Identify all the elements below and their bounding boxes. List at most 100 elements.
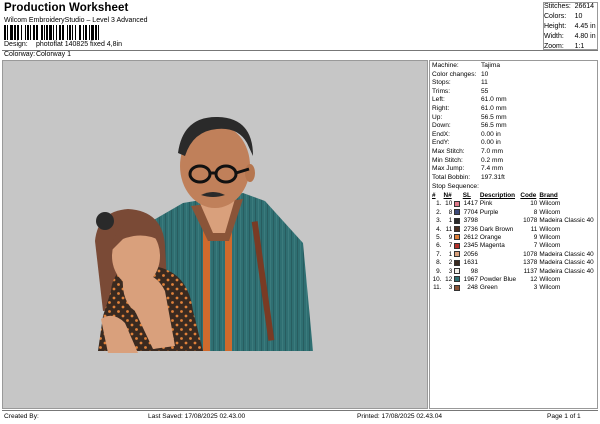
- thread-num: 6.: [436, 242, 442, 250]
- created-by: Created By:: [4, 413, 39, 420]
- thread-row: 8. 2 1631 1378 Madeira Classic 40: [431, 259, 598, 267]
- thread-sl: 1967: [463, 276, 478, 284]
- design-value: photoflat 140825 fixed 4,8in: [35, 41, 122, 48]
- color-swatch: [454, 209, 461, 216]
- col-swatch: [453, 192, 461, 200]
- thread-description: Orange: [479, 234, 502, 242]
- param-row: Max Stitch: 7.0 mm: [432, 148, 597, 157]
- width-label: Width:: [544, 33, 564, 40]
- param-row: Min Stitch: 0.2 mm: [432, 157, 597, 166]
- barcode-bar: [99, 25, 101, 40]
- stitches-label: Stitches:: [544, 3, 571, 10]
- thread-row: 11. 3 248 Green 3 Wilcom: [431, 284, 598, 292]
- stats-table: Stitches: 26614 Colors: 10 Height: 4.45 in …: [543, 2, 598, 52]
- worksheet-title: Production Worksheet: [4, 2, 129, 14]
- thread-description: Pink: [479, 200, 493, 208]
- thread-swatch: [453, 217, 461, 225]
- color-swatch: [454, 284, 461, 291]
- thread-description: [479, 259, 519, 267]
- thread-description: Green: [479, 284, 498, 292]
- param-value: 61.0 mm: [481, 105, 507, 112]
- thread-brand: Wilcom: [539, 242, 561, 250]
- param-value: 197.31ft: [481, 173, 505, 181]
- width-value: 4.80 in: [574, 33, 596, 40]
- thread-sl: 7704: [463, 208, 478, 216]
- col-num: #: [432, 192, 436, 199]
- color-swatch: [454, 259, 461, 266]
- thread-swatch: [453, 242, 461, 250]
- param-value: 0.00 in: [481, 130, 501, 138]
- thread-code: 11: [530, 225, 538, 233]
- thread-num: 8.: [436, 259, 442, 267]
- colors-label: Colors:: [544, 13, 567, 20]
- thread-brand: Wilcom: [539, 234, 561, 242]
- thread-brand: Wilcom: [539, 284, 561, 292]
- thread-sl: 1631: [463, 259, 478, 267]
- thread-code: 12: [530, 276, 538, 284]
- thread-brand: Wilcom: [539, 225, 561, 233]
- param-row: EndY: 0.00 in: [432, 139, 597, 148]
- param-value: 0.00 in: [481, 139, 501, 147]
- param-label: Max Jump:: [432, 165, 465, 173]
- thread-swatch: [453, 267, 461, 276]
- col-brand: Brand: [539, 192, 558, 199]
- thread-sl: 3798: [463, 217, 478, 225]
- param-label: Left:: [432, 96, 445, 104]
- color-swatch: [454, 251, 461, 258]
- color-swatch: [454, 225, 461, 232]
- thread-row: 10. 12 1967 Powder Blue 12 Wilcom: [431, 276, 598, 284]
- param-row: Max Jump: 7.4 mm: [432, 165, 597, 174]
- thread-code: 7: [533, 242, 538, 250]
- thread-code: 1078: [523, 217, 538, 225]
- design-label: Design:: [4, 41, 28, 48]
- embroidery-artwork: [95, 116, 313, 353]
- param-value: 0.2 mm: [481, 156, 503, 164]
- thread-num: 7.: [436, 250, 442, 258]
- color-swatch: [454, 267, 461, 274]
- thread-row: 7. 1 2056 1078 Madeira Classic 40: [431, 251, 598, 259]
- thread-description: Purple: [479, 208, 499, 216]
- param-value: 61.0 mm: [481, 96, 507, 104]
- colorway-value: Colorway 1: [35, 51, 71, 58]
- param-row: Left: 61.0 mm: [432, 96, 597, 105]
- thread-num: 2.: [436, 208, 442, 216]
- param-row: Down: 56.5 mm: [432, 122, 597, 131]
- thread-swatch: [453, 225, 461, 234]
- param-row: Trims: 55: [432, 88, 597, 97]
- thread-sl: 1417: [463, 200, 478, 208]
- thread-num: 4.: [436, 225, 442, 233]
- thread-description: Powder Blue: [479, 276, 517, 284]
- design-preview: [2, 60, 428, 409]
- thread-num: 9.: [436, 267, 442, 275]
- thread-sl: 2345: [463, 242, 478, 250]
- param-label: Right:: [432, 105, 450, 112]
- thread-swatch: [453, 276, 461, 284]
- thread-brand: Wilcom: [539, 276, 561, 284]
- thread-code: 1378: [523, 259, 538, 267]
- thread-table-header: # N# SL Description Code Brand: [431, 192, 598, 200]
- divider: [2, 50, 598, 51]
- thread-row: 6. 7 2345 Magenta 7 Wilcom: [431, 242, 598, 250]
- footer: Created By: Last Saved: 17/08/2025 02.43…: [2, 410, 598, 422]
- thread-needle: 9: [448, 234, 453, 242]
- thread-table: # N# SL Description Code Brand 1. 10 1417 P…: [431, 192, 598, 293]
- param-value: 55: [481, 87, 489, 95]
- barcode: [4, 25, 182, 40]
- param-value: 7.0 mm: [481, 148, 503, 155]
- col-sl: SL: [462, 192, 471, 199]
- thread-code: 1137: [523, 267, 538, 275]
- param-row: Machine: Tajima: [432, 62, 597, 71]
- colorway-label: Colorway:: [4, 51, 36, 58]
- thread-sl: 2612: [463, 234, 478, 242]
- thread-needle: 12: [445, 276, 453, 284]
- param-row: Right: 61.0 mm: [432, 105, 597, 114]
- thread-row: 4. 11 2736 Dark Brown 11 Wilcom: [431, 226, 598, 234]
- thread-swatch: [453, 251, 461, 259]
- param-label: EndX:: [432, 130, 450, 138]
- param-row: Color changes: 10: [432, 71, 597, 80]
- param-label: Stops:: [432, 79, 451, 87]
- thread-num: 1.: [436, 200, 442, 208]
- thread-num: 3.: [436, 217, 442, 225]
- design-row: Design: photoflat 140825 fixed 4,8in: [4, 41, 122, 48]
- thread-needle: 1: [448, 250, 453, 258]
